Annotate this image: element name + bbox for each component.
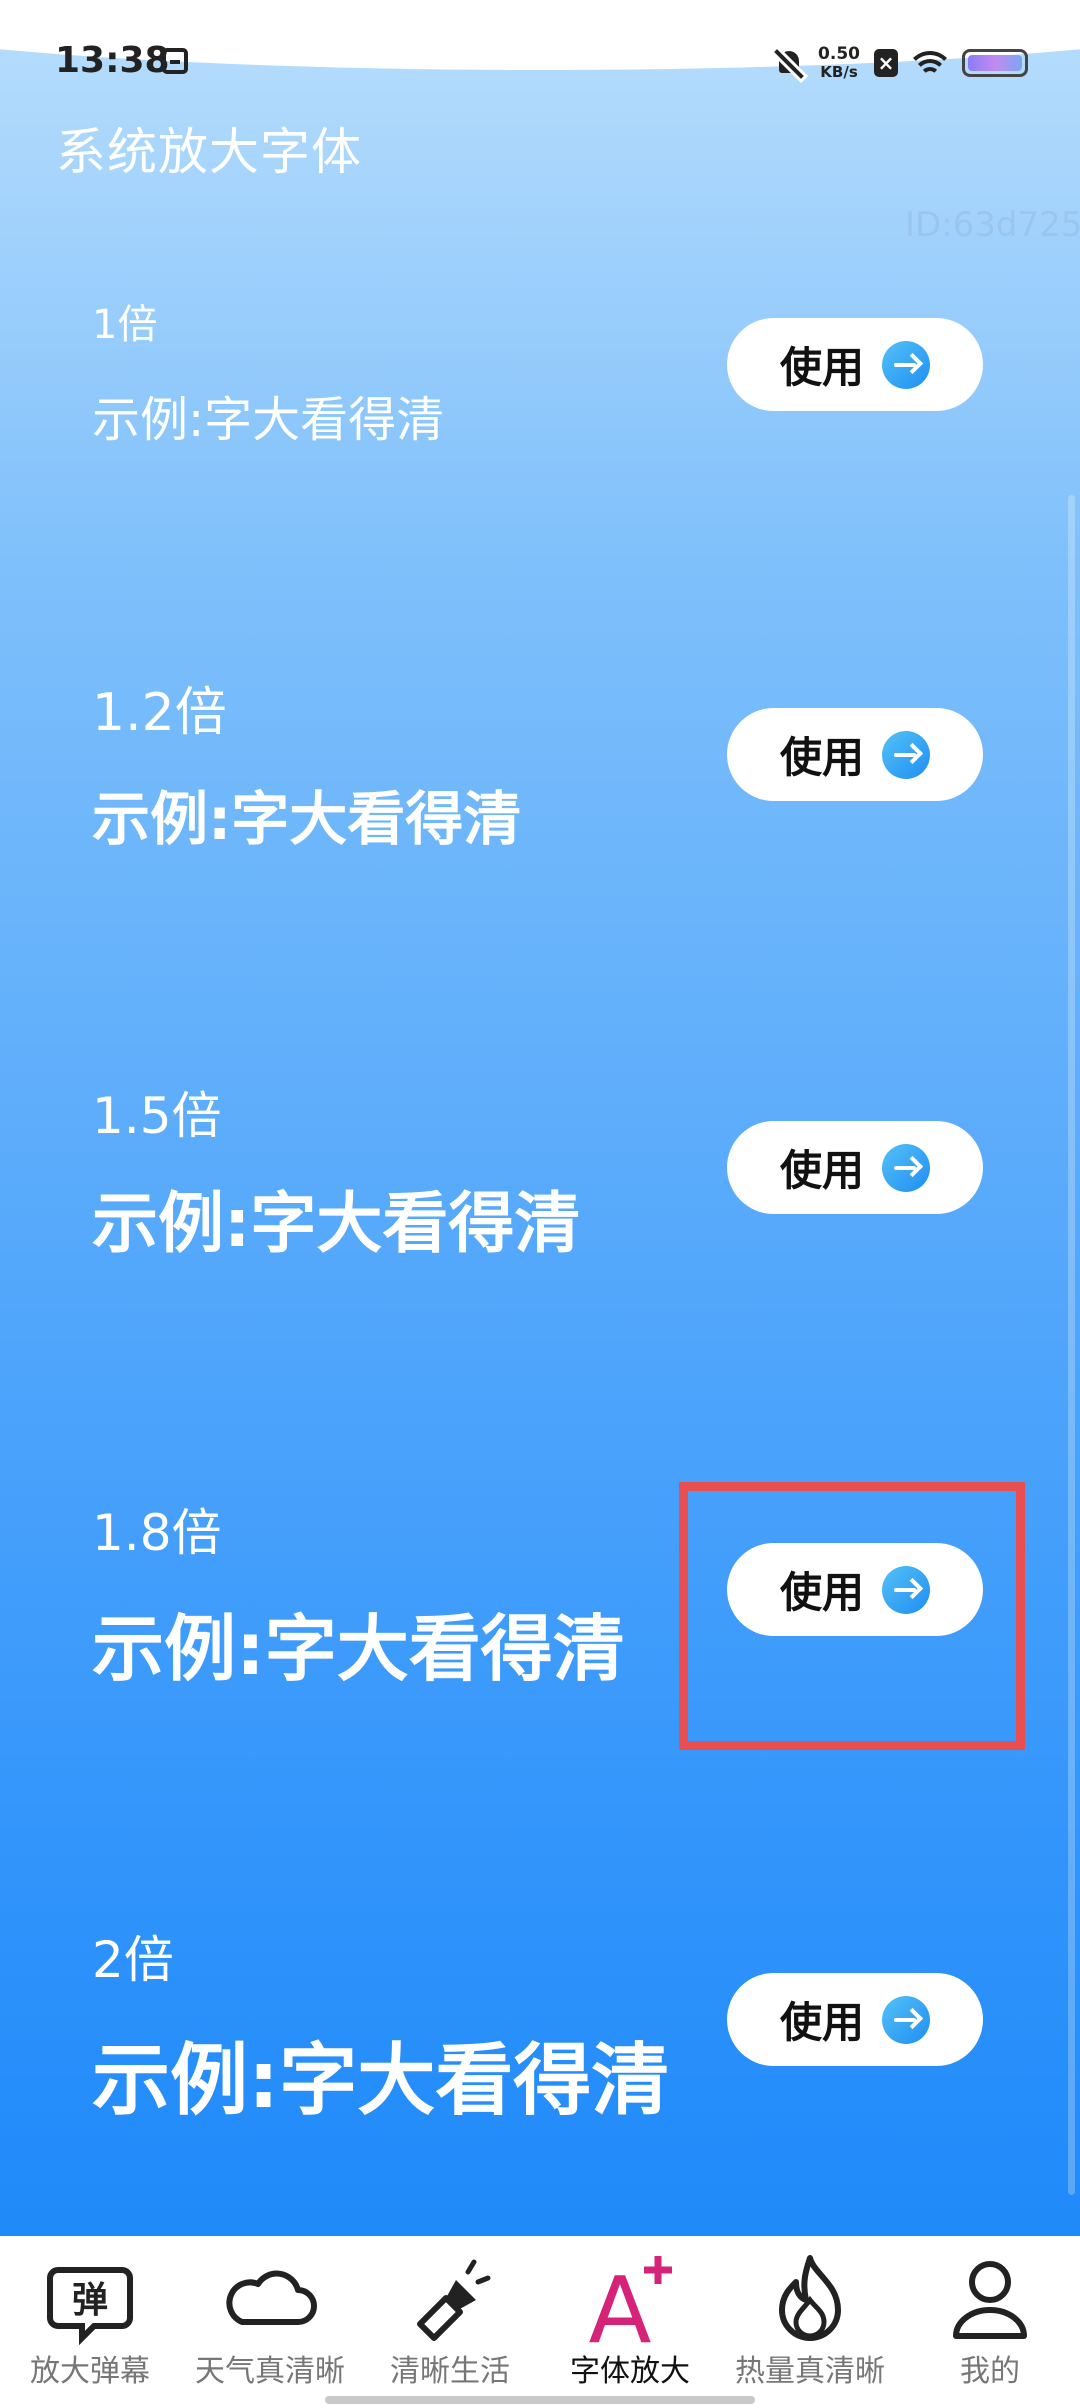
- sample-text: 示例:字大看得清: [92, 392, 445, 448]
- scale-label: 2倍: [92, 1931, 174, 1989]
- status-icons: 0.50 KB/s ×: [774, 38, 1028, 88]
- user-icon: [953, 2261, 1027, 2339]
- arrow-right-icon: [882, 1995, 930, 2044]
- nav-item-danmaku[interactable]: 弹 放大弹幕: [0, 2236, 180, 2408]
- nav-label: 字体放大: [570, 2354, 690, 2389]
- wifi-icon: [912, 49, 948, 77]
- use-button[interactable]: 使用: [727, 708, 983, 801]
- close-box-icon: ×: [874, 49, 898, 77]
- nav-label: 清晰生活: [390, 2354, 510, 2389]
- nav-label: 放大弹幕: [30, 2354, 150, 2389]
- use-button-label: 使用: [779, 733, 864, 782]
- danmaku-glyph: 弹: [72, 2280, 108, 2321]
- calendar-icon: [162, 48, 188, 74]
- arrow-right-icon: [882, 730, 930, 779]
- sample-text: 示例:字大看得清: [92, 1607, 625, 1691]
- nav-label: 热量真清晰: [735, 2354, 885, 2389]
- nav-item-font[interactable]: A 字体放大: [540, 2236, 720, 2408]
- nav-item-calorie[interactable]: 热量真清晰: [720, 2236, 900, 2408]
- sample-text: 示例:字大看得清: [92, 1185, 581, 1262]
- nav-item-mine[interactable]: 我的: [900, 2236, 1080, 2408]
- net-speed: 0.50 KB/s: [818, 45, 860, 81]
- arrow-right-icon: [882, 340, 930, 389]
- danmaku-icon: 弹: [47, 2267, 133, 2346]
- bell-off-icon: [774, 48, 804, 78]
- status-time: 13:38: [55, 40, 170, 81]
- scrollbar[interactable]: [1068, 495, 1075, 2195]
- use-button-label: 使用: [779, 1998, 864, 2047]
- nav-label: 天气真清晰: [195, 2354, 345, 2389]
- use-button[interactable]: 使用: [727, 1973, 983, 2066]
- use-button-label: 使用: [779, 343, 864, 392]
- font-glyph: A: [589, 2257, 652, 2350]
- scale-label: 1倍: [92, 302, 158, 348]
- arrow-right-icon: [882, 1143, 930, 1192]
- flame-icon: [779, 2255, 841, 2341]
- home-indicator[interactable]: [325, 2396, 755, 2404]
- net-speed-unit: KB/s: [820, 63, 858, 81]
- battery-icon: [962, 49, 1028, 77]
- cloud-icon: [226, 2270, 317, 2325]
- font-enlarge-icon: A: [589, 2256, 672, 2350]
- nav-label: 我的: [960, 2354, 1020, 2389]
- nav-item-life[interactable]: 清晰生活: [360, 2236, 540, 2408]
- use-button-label: 使用: [779, 1146, 864, 1195]
- flashlight-icon: [417, 2259, 491, 2341]
- scale-label: 1.5倍: [92, 1087, 222, 1145]
- bottom-nav: 弹 放大弹幕 天气真清晰 清晰生活 A 字体放大 热量真清晰 我的: [0, 2236, 1080, 2408]
- page-title: 系统放大字体: [56, 123, 362, 181]
- scale-label: 1.8倍: [92, 1504, 222, 1562]
- use-button[interactable]: 使用: [727, 318, 983, 411]
- id-label: ID:63d725: [905, 205, 1080, 245]
- net-speed-value: 0.50: [818, 44, 860, 64]
- sample-text: 示例:字大看得清: [92, 2036, 670, 2126]
- highlight-box: [679, 1482, 1025, 1750]
- nav-item-weather[interactable]: 天气真清晰: [180, 2236, 360, 2408]
- status-bar: 13:38 0.50 KB/s ×: [0, 0, 1080, 126]
- scale-label: 1.2倍: [92, 683, 227, 743]
- use-button[interactable]: 使用: [727, 1121, 983, 1214]
- sample-text: 示例:字大看得清: [92, 785, 522, 853]
